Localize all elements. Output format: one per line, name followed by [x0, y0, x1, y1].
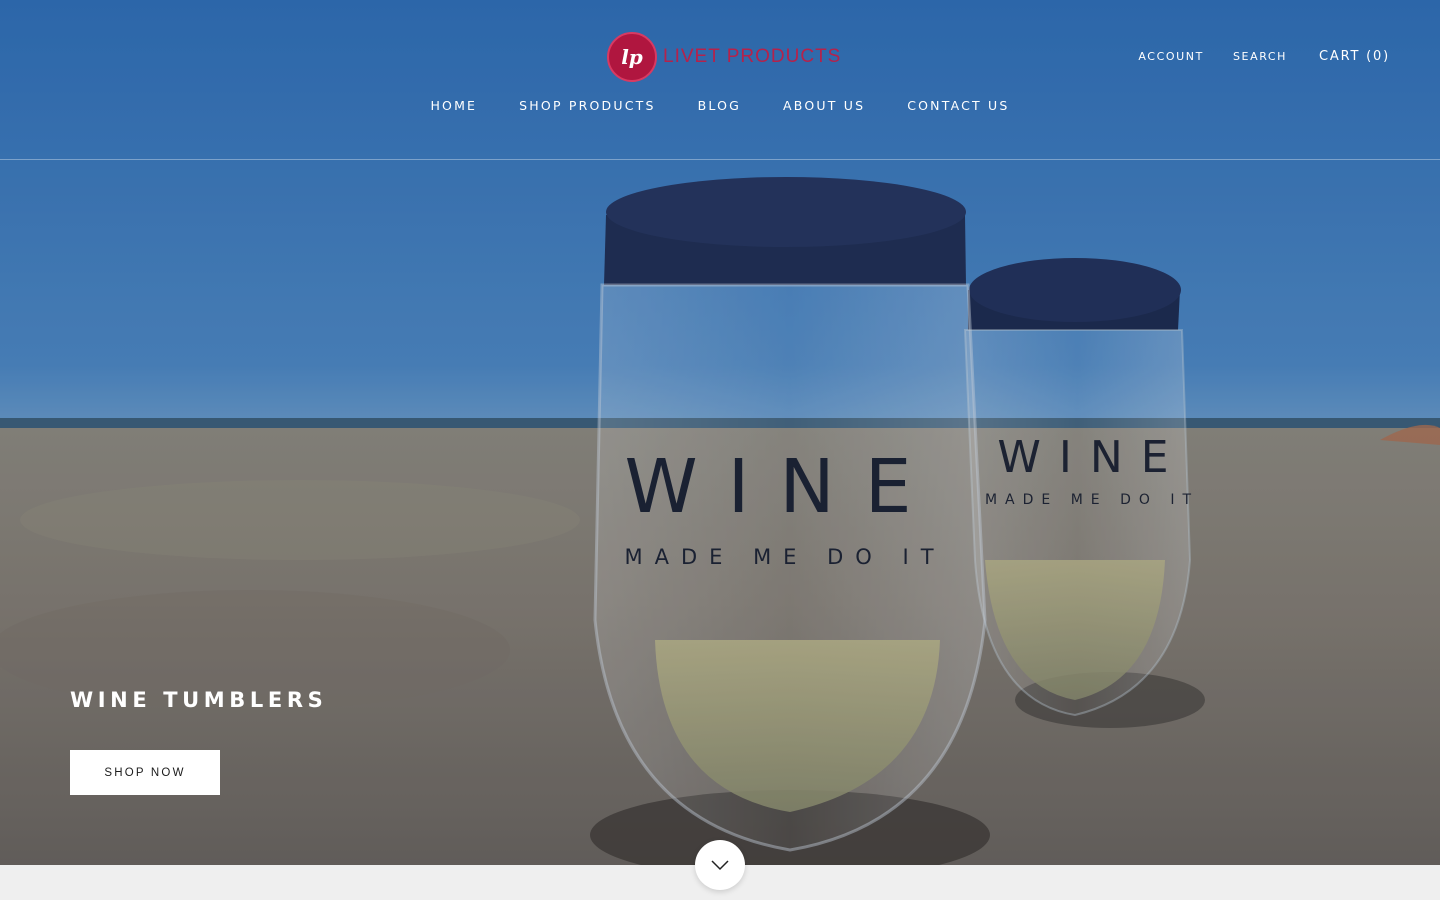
chevron-down-icon: [711, 860, 729, 871]
brand-name: LIVET PRODUCTS: [663, 46, 842, 67]
shop-now-button[interactable]: SHOP NOW: [70, 750, 220, 795]
cart-link[interactable]: CART (0): [1319, 49, 1390, 64]
slide-title: WINE TUMBLERS: [70, 688, 328, 712]
nav-item-contact-us[interactable]: CONTACT US: [907, 98, 1009, 113]
account-link[interactable]: ACCOUNT: [1138, 50, 1204, 63]
nav-item-home[interactable]: HOME: [430, 98, 477, 113]
site-header: lp LIVET PRODUCTS ACCOUNT SEARCH CART (0…: [0, 0, 1440, 160]
utility-nav: ACCOUNT SEARCH CART (0): [1109, 49, 1390, 64]
nav-item-shop-products[interactable]: SHOP PRODUCTS: [519, 98, 655, 113]
main-nav: HOME SHOP PRODUCTS BLOG ABOUT US CONTACT…: [0, 98, 1440, 113]
nav-item-blog[interactable]: BLOG: [698, 98, 741, 113]
nav-item-about-us[interactable]: ABOUT US: [783, 98, 865, 113]
logo-badge: lp: [607, 32, 657, 82]
search-link[interactable]: SEARCH: [1233, 50, 1287, 63]
scroll-down-button[interactable]: [695, 840, 745, 890]
logo-mark: lp: [621, 45, 643, 69]
hero-slideshow: WINE MADE ME DO IT WINE MADE ME DO IT lp…: [0, 0, 1440, 865]
site-logo[interactable]: lp LIVET PRODUCTS: [607, 32, 841, 82]
